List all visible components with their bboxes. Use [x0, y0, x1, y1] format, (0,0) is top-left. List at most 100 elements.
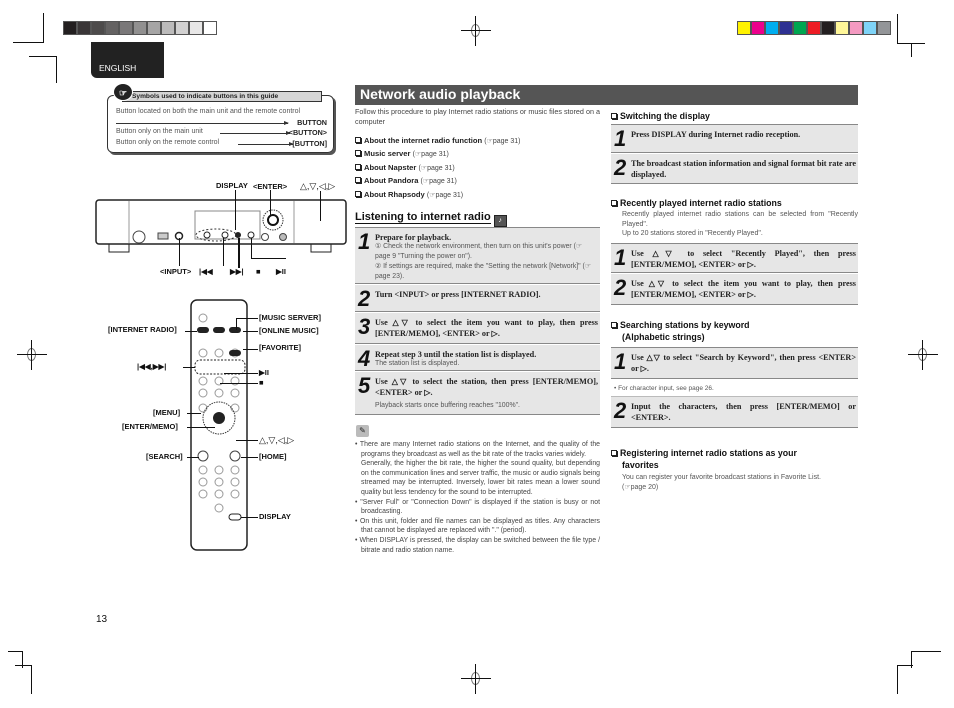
legend-keyword: [BUTTON]: [292, 139, 327, 148]
leader-line: [241, 457, 258, 458]
color-swatch: [877, 21, 891, 35]
symbols-title-text: Symbols used to indicate buttons in this…: [132, 93, 279, 100]
crop-mark: [43, 13, 44, 43]
heading-text: favorites: [622, 460, 659, 470]
reference-label: About Napster: [364, 162, 417, 172]
label-arrows: △,▽,◁,▷: [300, 181, 336, 191]
leader-line: [320, 191, 321, 221]
reference-item[interactable]: About Rhapsody (☞page 31): [355, 190, 600, 203]
reference-item[interactable]: About the internet radio function (☞page…: [355, 136, 600, 149]
page-title: Network audio playback: [355, 85, 858, 105]
checkbox-bullet-icon: [611, 322, 617, 328]
step-number: 3: [358, 314, 371, 339]
registration-mark: [908, 340, 938, 370]
label-search: [SEARCH]: [146, 452, 183, 461]
heading-text: Searching stations by keyword: [620, 320, 750, 330]
label-stop: ■: [259, 378, 264, 387]
note-item: On this unit, folder and file names can …: [355, 517, 600, 536]
label-favorite: [FAVORITE]: [259, 343, 301, 352]
reference-item[interactable]: About Napster (☞page 31): [355, 163, 600, 176]
color-swatch: [751, 21, 765, 35]
pencil-note-icon: ✎: [356, 425, 369, 437]
arrow-right-icon: [116, 121, 289, 125]
page-ref: page 31: [427, 164, 453, 172]
legend-row: BUTTON: [116, 118, 327, 128]
crop-mark: [29, 56, 56, 57]
legend-text: Button located on both the main unit and…: [116, 108, 301, 115]
leader-line: [251, 258, 286, 259]
step-text: Use △▽ to select the item you want to pl…: [375, 318, 598, 338]
step-text: Use △▽ to select "Recently Played", then…: [631, 249, 856, 269]
checkbox-bullet-icon: [355, 150, 361, 157]
checkbox-bullet-icon: [611, 450, 617, 456]
label-music-server: [MUSIC SERVER]: [259, 313, 321, 322]
leader-line: [224, 373, 258, 374]
gray-swatch: [91, 21, 105, 35]
remote-illustration: [190, 299, 248, 551]
step-number: 4: [358, 346, 371, 371]
leader-line: [183, 367, 195, 368]
leader-line: [223, 238, 224, 266]
leader-line: [251, 238, 252, 258]
crop-mark: [8, 651, 22, 652]
legend-text: Button only on the remote control: [116, 139, 220, 146]
color-swatch: [863, 21, 877, 35]
note-item: There are many Internet radio stations o…: [355, 440, 600, 459]
checkbox-bullet-icon: [611, 113, 617, 119]
checkbox-bullet-icon: [355, 177, 361, 184]
leader-line: [243, 331, 258, 332]
heading-text: (Alphabetic strings): [622, 332, 705, 342]
crop-mark: [15, 665, 31, 666]
character-input-note: • For character input, see page 26.: [614, 385, 714, 392]
step-text: Use △▽ to select the item you want to pl…: [631, 279, 856, 299]
arrow-right-icon: [238, 142, 294, 146]
legend-text: Button only on the main unit: [116, 128, 203, 135]
gray-swatch: [105, 21, 119, 35]
label-display: DISPLAY: [259, 512, 291, 521]
step-text: Input the characters, then press [ENTER/…: [631, 402, 856, 422]
gray-swatch: [175, 21, 189, 35]
color-swatch: [821, 21, 835, 35]
page-ref[interactable]: (☞page 20): [622, 484, 658, 491]
checkbox-bullet-icon: [355, 137, 361, 143]
page-ref: page 31: [492, 138, 519, 145]
step-number: 1: [358, 229, 371, 254]
switching-step-1: 1 Press DISPLAY during Internet radio re…: [611, 124, 858, 153]
leader-line: [187, 427, 215, 428]
search-step-2: 2 Input the characters, then press [ENTE…: [611, 396, 858, 428]
crop-mark: [897, 665, 898, 694]
crop-mark: [56, 56, 57, 83]
label-next: ▶▶|: [230, 267, 244, 276]
step-subtext: ① Check the network environment, then tu…: [375, 243, 583, 260]
favorites-description: You can register your favorite broadcast…: [622, 473, 858, 492]
step-number: 2: [614, 398, 627, 423]
crop-mark: [911, 43, 912, 57]
leader-line: [270, 190, 271, 215]
color-swatch: [765, 21, 779, 35]
heading-favorites: Registering internet radio stations as y…: [611, 447, 797, 471]
step-text: Press DISPLAY during Internet radio rece…: [631, 130, 801, 139]
label-online-music: [ONLINE MUSIC]: [259, 326, 319, 335]
gray-swatch: [203, 21, 217, 35]
leader-line: [236, 318, 258, 319]
step-text: Use △▽ to select "Search by Keyword", th…: [631, 353, 856, 373]
label-play-pause: ▶II: [259, 368, 269, 377]
gray-swatch: [161, 21, 175, 35]
reference-label: About Pandora: [364, 176, 419, 186]
reference-item[interactable]: Music server (☞page 31): [355, 149, 600, 162]
recently-played-limit: Up to 20 stations stored in "Recently Pl…: [622, 230, 763, 237]
gray-swatch: [189, 21, 203, 35]
recent-step-2: 2 Use △▽ to select the item you want to …: [611, 274, 858, 305]
step-text: The broadcast station information and si…: [631, 159, 856, 179]
intro-text: Follow this procedure to play Internet r…: [355, 107, 600, 126]
note-item: When DISPLAY is pressed, the display can…: [355, 536, 600, 555]
step-number: 2: [614, 155, 627, 180]
reference-item[interactable]: About Pandora (☞page 31): [355, 176, 600, 189]
leader-line: [243, 349, 258, 350]
registration-mark: [461, 664, 491, 694]
reference-list: About the internet radio function (☞page…: [355, 136, 600, 203]
recent-step-1: 1 Use △▽ to select "Recently Played", th…: [611, 243, 858, 273]
step-number: 5: [358, 373, 371, 398]
heading-text: Registering internet radio stations as y…: [620, 448, 797, 458]
notes-list: There are many Internet radio stations o…: [355, 440, 600, 555]
